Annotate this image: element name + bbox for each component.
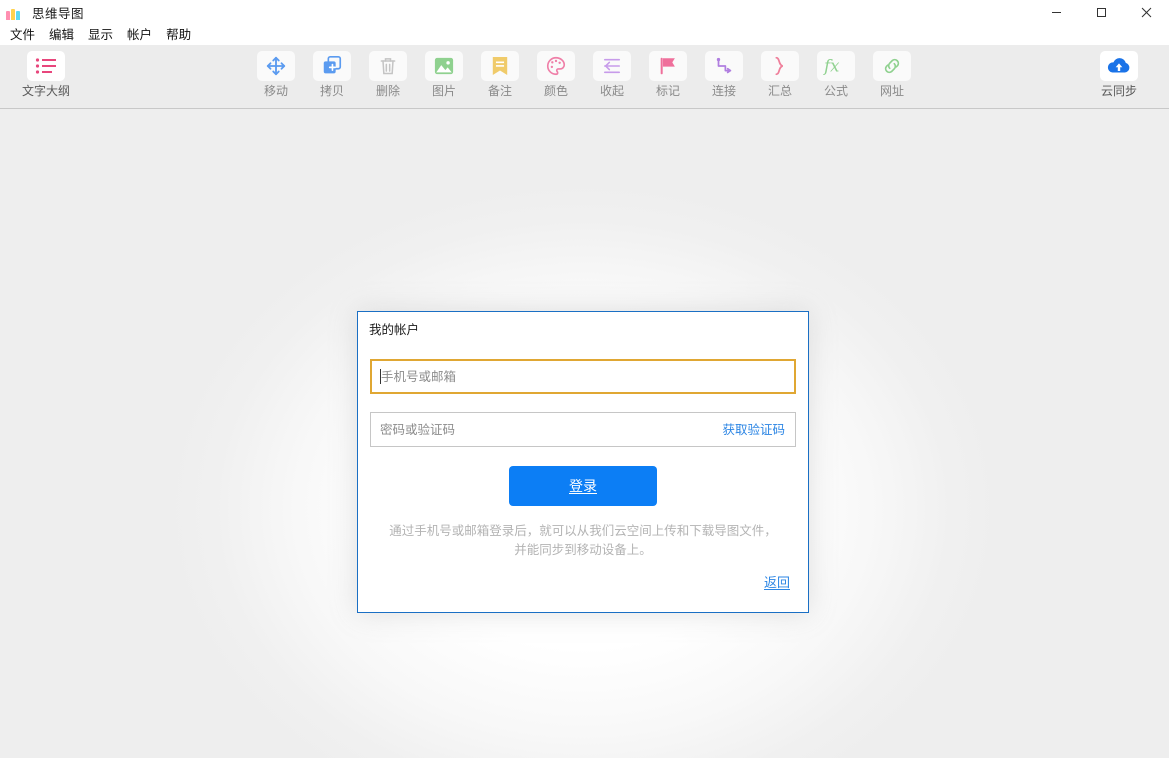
connect-arrow-icon	[705, 51, 743, 81]
note-bookmark-icon	[481, 51, 519, 81]
flag-icon	[649, 51, 687, 81]
minimize-icon	[1051, 7, 1062, 18]
app-logo-m-icon	[6, 6, 22, 20]
toolbar-button-copy[interactable]: 拷贝	[304, 45, 360, 99]
svg-text:fx: fx	[823, 57, 840, 76]
toolbar-label-note: 备注	[488, 84, 512, 99]
toolbar-label-collapse: 收起	[600, 84, 624, 99]
menu-item-edit[interactable]: 编辑	[42, 25, 81, 45]
close-button[interactable]	[1124, 0, 1169, 25]
toolbar-button-url[interactable]: 网址	[864, 45, 920, 99]
toolbar-label-delete-copy: 拷贝	[320, 84, 344, 99]
formula-fx-icon: fx	[817, 51, 855, 81]
toolbar-button-cloud-sync[interactable]: 云同步	[1091, 45, 1147, 99]
toolbar-button-move[interactable]: 移动	[248, 45, 304, 99]
maximize-icon	[1096, 7, 1107, 18]
toolbar-label-outline: 文字大纲	[22, 84, 70, 99]
back-link-row: 返回	[764, 572, 790, 592]
copy-plus-icon	[313, 51, 351, 81]
trash-icon	[369, 51, 407, 81]
account-field-placeholder: 手机号或邮箱	[381, 369, 456, 385]
back-link[interactable]: 返回	[764, 575, 790, 590]
toolbar-label-formula: 公式	[824, 84, 848, 99]
toolbar-label-url: 网址	[880, 84, 904, 99]
menu-item-view[interactable]: 显示	[81, 25, 120, 45]
link-chain-icon	[873, 51, 911, 81]
toolbar-button-delete[interactable]: 删除	[360, 45, 416, 99]
toolbar-button-outline[interactable]: 文字大纲	[18, 45, 74, 99]
toolbar-button-collapse[interactable]: 收起	[584, 45, 640, 99]
toolbar: 文字大纲 移动 拷贝	[0, 45, 1169, 109]
palette-icon	[537, 51, 575, 81]
toolbar-button-summary[interactable]: 汇总	[752, 45, 808, 99]
toolbar-button-connect[interactable]: 连接	[696, 45, 752, 99]
outline-list-icon	[27, 51, 65, 81]
summary-brace-icon	[761, 51, 799, 81]
toolbar-button-flag[interactable]: 标记	[640, 45, 696, 99]
toolbar-button-color[interactable]: 颜色	[528, 45, 584, 99]
toolbar-label-delete: 删除	[376, 84, 400, 99]
login-submit-button[interactable]: 登录	[509, 466, 657, 506]
login-description-text: 通过手机号或邮箱登录后，就可以从我们云空间上传和下载导图文件，并能同步到移动设备…	[386, 522, 780, 560]
move-arrows-icon	[257, 51, 295, 81]
image-icon	[425, 51, 463, 81]
canvas-area[interactable]: 我的帐户 手机号或邮箱 密码或验证码 获取验证码 登录 通过手机号或邮箱登录后，…	[0, 109, 1169, 758]
toolbar-label-move: 移动	[264, 84, 288, 99]
toolbar-label-image: 图片	[432, 84, 456, 99]
password-field[interactable]: 密码或验证码 获取验证码	[370, 412, 796, 447]
toolbar-label-flag: 标记	[656, 84, 680, 99]
window-controls	[1034, 0, 1169, 25]
get-verification-code-link[interactable]: 获取验证码	[722, 422, 785, 438]
close-icon	[1141, 7, 1152, 18]
toolbar-label-color: 颜色	[544, 84, 568, 99]
toolbar-label-summary: 汇总	[768, 84, 792, 99]
collapse-left-icon	[593, 51, 631, 81]
toolbar-button-note[interactable]: 备注	[472, 45, 528, 99]
toolbar-label-cloud-sync: 云同步	[1101, 84, 1137, 99]
minimize-button[interactable]	[1034, 0, 1079, 25]
menu-item-file[interactable]: 文件	[3, 25, 42, 45]
menu-item-account[interactable]: 帐户	[120, 25, 159, 45]
password-field-placeholder: 密码或验证码	[380, 422, 455, 438]
account-field[interactable]: 手机号或邮箱	[370, 359, 796, 394]
title-bar: 思维导图	[0, 0, 1169, 25]
menu-item-help[interactable]: 帮助	[159, 25, 198, 45]
toolbar-button-image[interactable]: 图片	[416, 45, 472, 99]
toolbar-button-formula[interactable]: fx 公式	[808, 45, 864, 99]
app-title: 思维导图	[32, 3, 84, 22]
login-dialog-title: 我的帐户	[358, 312, 808, 339]
login-dialog: 我的帐户 手机号或邮箱 密码或验证码 获取验证码 登录 通过手机号或邮箱登录后，…	[357, 311, 809, 613]
maximize-button[interactable]	[1079, 0, 1124, 25]
toolbar-main-group: 移动 拷贝	[248, 45, 920, 99]
cloud-upload-icon	[1100, 51, 1138, 81]
menu-bar: 文件 编辑 显示 帐户 帮助	[0, 25, 1169, 45]
toolbar-label-connect: 连接	[712, 84, 736, 99]
